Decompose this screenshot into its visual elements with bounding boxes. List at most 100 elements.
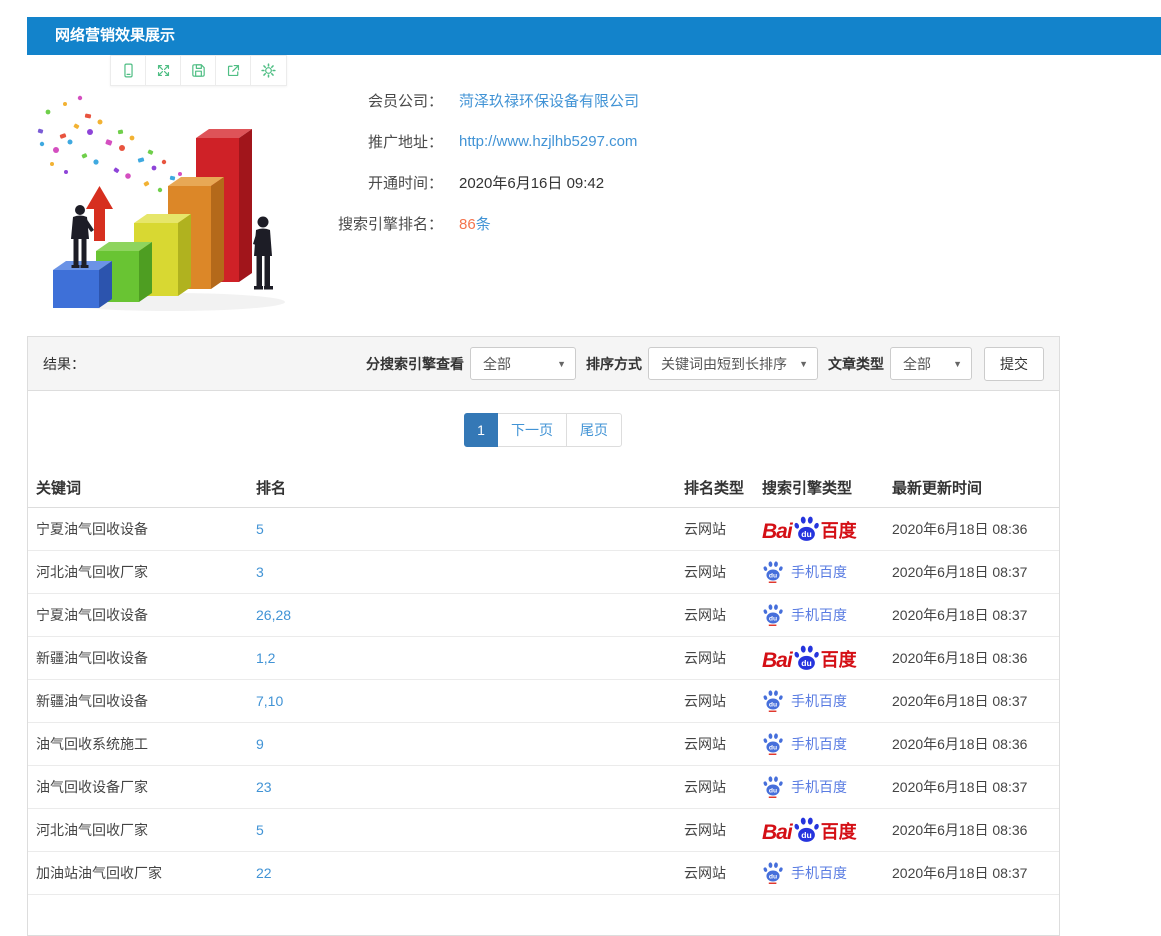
baidu-pc-logo: Bai du 百度	[762, 817, 857, 843]
svg-text:du: du	[769, 701, 777, 708]
engine-filter-value: 全部	[483, 354, 511, 374]
pagination: 1 下一页 尾页	[28, 413, 1059, 447]
rank-type-cell: 云网站	[676, 808, 754, 851]
table-row: 宁夏油气回收设备 5 云网站 Bai du 百度 2	[28, 507, 1059, 550]
rank-type-cell: 云网站	[676, 593, 754, 636]
table-row: 新疆油气回收设备 1,2 云网站 Bai du 百度	[28, 636, 1059, 679]
table-row: 河北油气回收厂家 5 云网站 Bai du 百度 2	[28, 808, 1059, 851]
results-label: 结果：	[43, 354, 85, 374]
keyword-cell: 河北油气回收厂家	[28, 550, 248, 593]
article-filter-select[interactable]: 全部 ▼	[890, 347, 972, 380]
results-table: 关键词 排名 排名类型 搜索引擎类型 最新更新时间 宁夏油气回收设备 5 云网站…	[28, 469, 1059, 895]
rank-type-header: 排名类型	[676, 469, 754, 507]
submit-button[interactable]: 提交	[984, 347, 1044, 381]
sort-filter-value: 关键词由短到长排序	[661, 354, 787, 374]
sort-filter-label: 排序方式	[586, 354, 642, 374]
rank-type-cell: 云网站	[676, 550, 754, 593]
updated-cell: 2020年6月18日 08:37	[884, 593, 1059, 636]
table-row: 河北油气回收厂家 3 云网站 du 手机百度	[28, 550, 1059, 593]
page-1-button[interactable]: 1	[464, 413, 498, 447]
last-page-button[interactable]: 尾页	[566, 413, 622, 447]
rank-link[interactable]: 3	[256, 564, 264, 580]
mobile-baidu-paw-icon: du	[762, 862, 784, 884]
rank-cell: 3	[248, 550, 676, 593]
rank-link[interactable]: 1,2	[256, 650, 275, 666]
svg-text:du: du	[801, 657, 812, 667]
svg-text:du: du	[769, 572, 777, 579]
rank-link[interactable]: 5	[256, 822, 264, 838]
engine-cell: du 手机百度	[754, 593, 884, 636]
rank-link[interactable]: 9	[256, 736, 264, 752]
updated-cell: 2020年6月18日 08:37	[884, 851, 1059, 894]
bar-blue	[53, 261, 112, 308]
rank-cell: 9	[248, 722, 676, 765]
person-left	[71, 205, 94, 268]
chevron-down-icon: ▼	[791, 359, 808, 369]
updated-cell: 2020年6月18日 08:36	[884, 808, 1059, 851]
rank-link[interactable]: 7,10	[256, 693, 283, 709]
baidu-mobile-logo: du 手机百度	[762, 733, 847, 755]
baidu-paw-icon: du	[793, 645, 820, 671]
engine-rank-count: 86条	[459, 213, 491, 234]
baidu-mobile-logo: du 手机百度	[762, 862, 847, 884]
rank-type-cell: 云网站	[676, 679, 754, 722]
open-time-label: 开通时间：	[325, 172, 443, 193]
member-company-label: 会员公司：	[325, 90, 443, 111]
svg-text:du: du	[769, 744, 777, 751]
engine-filter-select[interactable]: 全部 ▼	[470, 347, 576, 380]
updated-header: 最新更新时间	[884, 469, 1059, 507]
engine-rank-row: 搜索引擎排名： 86条	[325, 203, 639, 244]
keyword-cell: 宁夏油气回收设备	[28, 507, 248, 550]
engine-cell: du 手机百度	[754, 679, 884, 722]
svg-text:du: du	[801, 528, 812, 538]
rank-type-cell: 云网站	[676, 765, 754, 808]
rank-link[interactable]: 23	[256, 779, 272, 795]
engine-cell: du 手机百度	[754, 550, 884, 593]
rank-type-cell: 云网站	[676, 507, 754, 550]
rank-cell: 22	[248, 851, 676, 894]
baidu-paw-icon: du	[793, 817, 820, 843]
person-right	[253, 217, 273, 290]
results-table-body: 宁夏油气回收设备 5 云网站 Bai du 百度 2	[28, 507, 1059, 894]
keyword-cell: 油气回收设备厂家	[28, 765, 248, 808]
rank-cell: 5	[248, 808, 676, 851]
rank-cell: 1,2	[248, 636, 676, 679]
keyword-cell: 油气回收系统施工	[28, 722, 248, 765]
rank-link[interactable]: 5	[256, 521, 264, 537]
engine-cell: Bai du 百度	[754, 507, 884, 550]
engine-type-header: 搜索引擎类型	[754, 469, 884, 507]
sort-filter-select[interactable]: 关键词由短到长排序 ▼	[648, 347, 818, 380]
rank-cell: 26,28	[248, 593, 676, 636]
table-row: 油气回收系统施工 9 云网站 du 手机百度	[28, 722, 1059, 765]
baidu-mobile-logo: du 手机百度	[762, 561, 847, 583]
rank-header: 排名	[248, 469, 676, 507]
table-row: 宁夏油气回收设备 26,28 云网站 du 手机百度	[28, 593, 1059, 636]
updated-cell: 2020年6月18日 08:37	[884, 550, 1059, 593]
keyword-cell: 新疆油气回收设备	[28, 636, 248, 679]
rank-type-cell: 云网站	[676, 851, 754, 894]
svg-text:du: du	[801, 829, 812, 839]
engine-rank-label: 搜索引擎排名：	[325, 213, 443, 234]
baidu-pc-logo: Bai du 百度	[762, 516, 857, 542]
table-header-row: 关键词 排名 排名类型 搜索引擎类型 最新更新时间	[28, 469, 1059, 507]
next-page-button[interactable]: 下一页	[497, 413, 567, 447]
rank-cell: 7,10	[248, 679, 676, 722]
results-panel: 结果： 分搜索引擎查看 全部 ▼ 排序方式 关键词由短到长排序 ▼ 文章类型 全…	[27, 336, 1060, 936]
keyword-cell: 河北油气回收厂家	[28, 808, 248, 851]
rank-link[interactable]: 22	[256, 865, 272, 881]
rank-type-cell: 云网站	[676, 636, 754, 679]
keyword-cell: 新疆油气回收设备	[28, 679, 248, 722]
engine-cell: Bai du 百度	[754, 636, 884, 679]
svg-text:du: du	[769, 615, 777, 622]
member-company-link[interactable]: 菏泽玖禄环保设备有限公司	[459, 90, 639, 111]
article-filter-value: 全部	[903, 354, 931, 374]
filter-bar: 结果： 分搜索引擎查看 全部 ▼ 排序方式 关键词由短到长排序 ▼ 文章类型 全…	[28, 337, 1059, 391]
updated-cell: 2020年6月18日 08:37	[884, 765, 1059, 808]
table-row: 加油站油气回收厂家 22 云网站 du 手机百度	[28, 851, 1059, 894]
baidu-mobile-logo: du 手机百度	[762, 776, 847, 798]
chevron-down-icon: ▼	[549, 359, 566, 369]
open-time-row: 开通时间： 2020年6月16日 09:42	[325, 162, 639, 203]
promo-url-link[interactable]: http://www.hzjlhb5297.com	[459, 133, 637, 150]
bar-chart-growth-illustration	[30, 74, 300, 316]
rank-link[interactable]: 26,28	[256, 607, 291, 623]
